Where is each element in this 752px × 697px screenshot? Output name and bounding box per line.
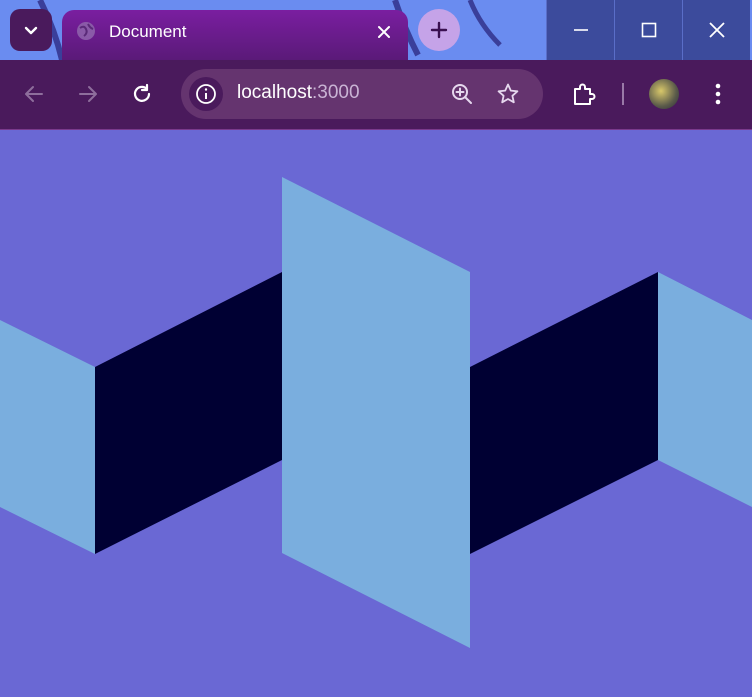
back-button[interactable] xyxy=(18,78,50,110)
url-host: localhost xyxy=(237,82,312,103)
toolbar-separator xyxy=(622,83,624,105)
globe-icon xyxy=(77,22,95,40)
dark-panel-right xyxy=(470,272,658,554)
close-icon xyxy=(378,26,390,38)
tab-close-button[interactable] xyxy=(374,22,394,42)
new-tab-button[interactable] xyxy=(418,9,460,51)
geometric-artwork xyxy=(0,177,752,648)
puzzle-icon xyxy=(574,83,596,105)
close-icon xyxy=(708,22,725,38)
address-bar[interactable]: localhost:3000 xyxy=(181,69,543,119)
light-panel-right xyxy=(658,272,752,507)
minimize-icon xyxy=(573,29,588,31)
reload-button[interactable] xyxy=(126,78,158,110)
avatar[interactable] xyxy=(649,79,679,109)
extensions-button[interactable] xyxy=(568,78,600,110)
maximize-button[interactable] xyxy=(614,0,682,60)
maximize-icon xyxy=(641,22,656,38)
forward-button[interactable] xyxy=(72,78,104,110)
bookmark-button[interactable] xyxy=(493,79,523,109)
tab-search-button[interactable] xyxy=(10,9,52,51)
light-panel-left xyxy=(0,320,95,554)
arrow-left-icon xyxy=(25,86,43,102)
zoom-button[interactable] xyxy=(447,79,477,109)
window-controls xyxy=(546,0,752,60)
arrow-right-icon xyxy=(79,86,97,102)
light-panel-center xyxy=(282,177,470,648)
zoom-in-icon xyxy=(452,84,472,104)
close-window-button[interactable] xyxy=(682,0,750,60)
page-viewport xyxy=(0,130,752,697)
star-icon xyxy=(497,83,519,104)
plus-icon xyxy=(430,21,448,39)
browser-toolbar: localhost:3000 xyxy=(0,60,752,130)
info-icon xyxy=(196,84,216,104)
tab-title: Document xyxy=(109,22,187,41)
minimize-button[interactable] xyxy=(546,0,614,60)
dark-panel-left xyxy=(95,272,282,554)
url-text[interactable]: localhost:3000 xyxy=(237,82,360,104)
menu-button[interactable] xyxy=(702,78,734,110)
tab-active[interactable]: Document xyxy=(62,10,408,60)
url-port: :3000 xyxy=(312,82,360,103)
reload-icon xyxy=(133,83,151,102)
site-info-button[interactable] xyxy=(189,77,223,111)
chevron-down-icon xyxy=(24,26,38,35)
tab-strip: Document xyxy=(0,0,752,60)
kebab-menu-icon xyxy=(715,83,721,105)
browser-window: Document localhost:3000 xyxy=(0,0,752,697)
